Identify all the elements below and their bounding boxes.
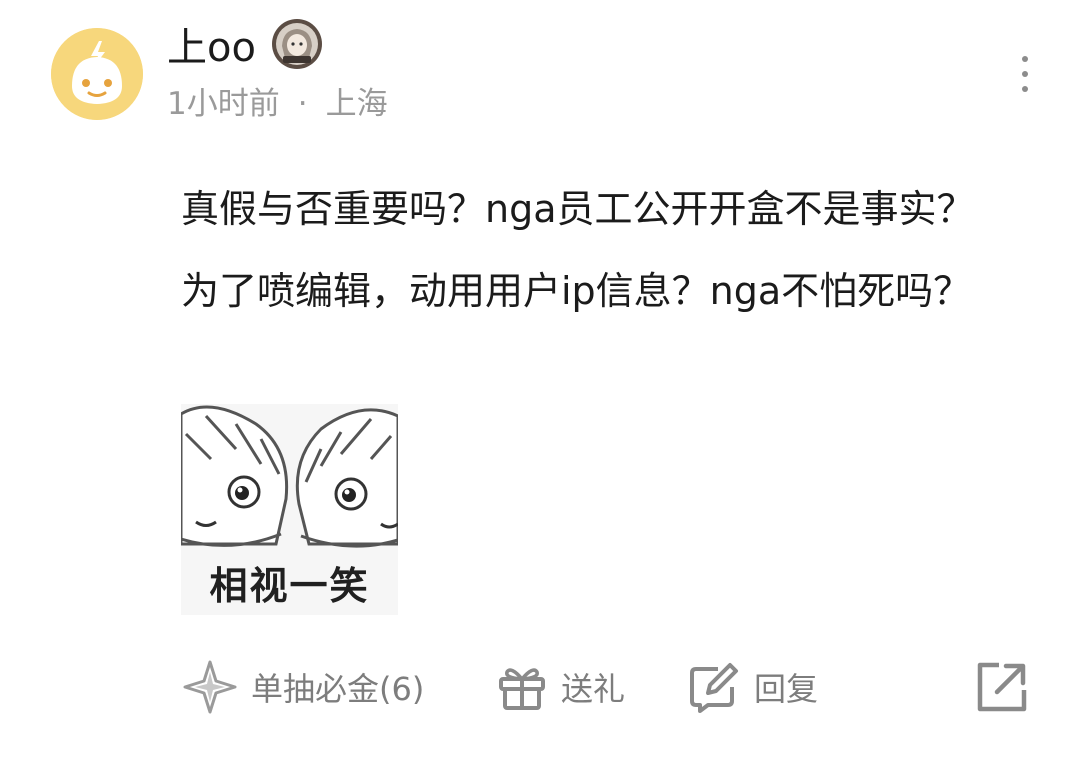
share-button[interactable] <box>975 657 1029 717</box>
comment-meta: 1小时前 · 上海 <box>167 82 388 126</box>
draw-label: 单抽必金(6) <box>251 670 425 708</box>
reply-label: 回复 <box>754 670 819 708</box>
lightning-face-avatar-icon <box>51 28 143 120</box>
gift-button[interactable]: 送礼 <box>497 657 625 717</box>
sticker-image[interactable]: 相视一笑 <box>181 404 398 615</box>
comment-text: 真假与否重要吗？nga员工公开开盒不是事实？为了喷编辑，动用用户ip信息？nga… <box>181 187 975 313</box>
gift-icon <box>499 668 545 710</box>
meta-separator: · <box>297 86 308 122</box>
edit-icon <box>690 663 738 713</box>
reply-button[interactable]: 回复 <box>688 657 818 717</box>
username[interactable]: 上oo <box>167 22 256 74</box>
gift-label: 送礼 <box>561 670 626 708</box>
sticker-caption: 相视一笑 <box>209 564 370 608</box>
badge-icon[interactable] <box>271 18 323 70</box>
sparkle-icon <box>183 660 237 714</box>
draw-button[interactable]: 单抽必金(6) <box>183 657 424 717</box>
share-icon <box>977 662 1027 712</box>
sticker-illustration <box>181 405 398 548</box>
more-vertical-icon[interactable] <box>1005 52 1045 96</box>
post-location: 上海 <box>325 86 388 122</box>
post-time: 1小时前 <box>167 86 280 122</box>
avatar[interactable] <box>51 28 143 120</box>
